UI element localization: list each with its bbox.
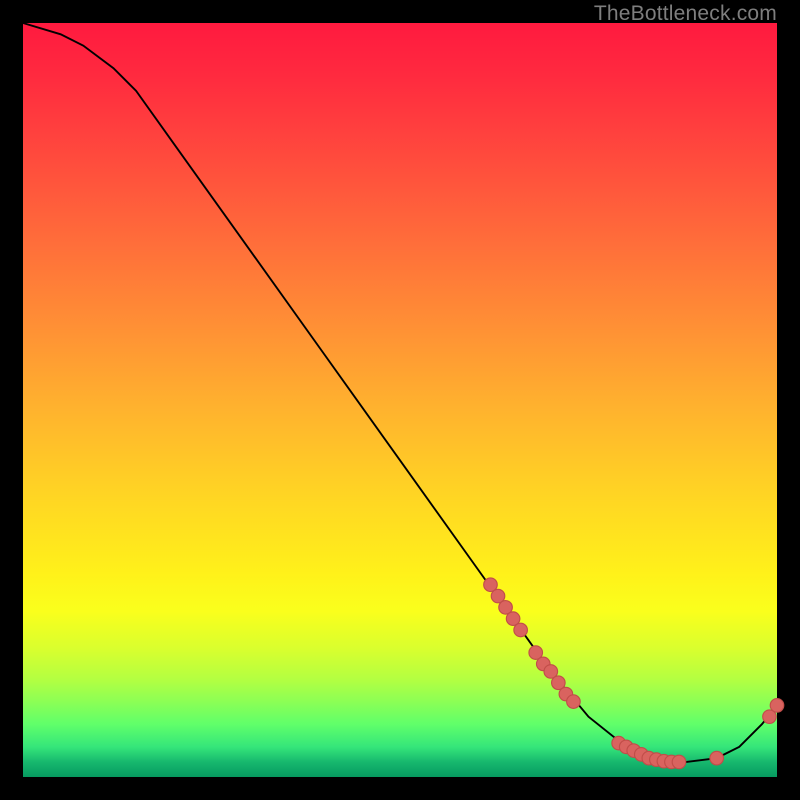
data-point [514, 623, 528, 637]
data-point [770, 699, 784, 713]
chart-stage: TheBottleneck.com [0, 0, 800, 800]
data-point [710, 751, 724, 765]
plot-area [23, 23, 777, 777]
bottleneck-curve [23, 23, 777, 762]
data-point [567, 695, 581, 709]
data-point [672, 755, 686, 769]
scatter-markers [484, 578, 784, 769]
chart-svg [23, 23, 777, 777]
